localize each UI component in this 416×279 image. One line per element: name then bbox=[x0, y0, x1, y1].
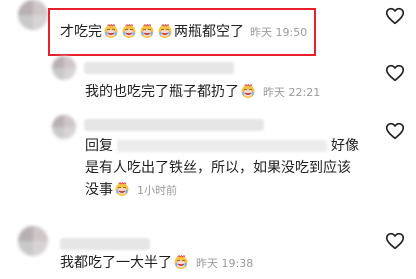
comment-line3: 没事 bbox=[85, 182, 113, 198]
avatar[interactable] bbox=[52, 115, 76, 139]
avatar[interactable] bbox=[52, 56, 76, 80]
comment-line1-end: 好像 bbox=[331, 138, 359, 154]
reply-label: 回复 bbox=[85, 138, 113, 154]
comment-time: 昨天 19:38 bbox=[196, 257, 254, 270]
like-heart-icon[interactable] bbox=[384, 230, 406, 252]
like-heart-icon[interactable] bbox=[384, 62, 406, 84]
avatar[interactable] bbox=[18, 226, 48, 256]
like-heart-icon[interactable] bbox=[384, 120, 406, 142]
comment-time: 1小时前 bbox=[137, 184, 177, 197]
comment-body: 我都吃了一大半了 bbox=[60, 255, 172, 271]
crying-laugh-emoji bbox=[121, 23, 137, 39]
comment-text-prefix: 才吃完 bbox=[60, 24, 102, 40]
comment-text: 才吃完 两瓶都空了 昨天 19:50 bbox=[60, 21, 307, 44]
crying-laugh-emoji bbox=[157, 23, 173, 39]
crying-laugh-emoji bbox=[139, 23, 155, 39]
crying-laugh-emoji bbox=[103, 23, 119, 39]
comment-time: 昨天 22:21 bbox=[263, 86, 321, 99]
crying-laugh-emoji bbox=[173, 254, 189, 270]
avatar[interactable] bbox=[18, 0, 48, 30]
username[interactable] bbox=[60, 238, 150, 250]
comment-body: 我的也吃完了瓶子都扔了 bbox=[85, 84, 239, 100]
comment-time: 昨天 19:50 bbox=[250, 26, 308, 39]
comment-line2: 是有人吃出了铁丝，所以，如果没吃到应该 bbox=[85, 160, 351, 176]
comment-text: 回复 好像 是有人吃出了铁丝，所以，如果没吃到应该 没事 1小时前 bbox=[85, 135, 385, 202]
replied-username[interactable] bbox=[117, 140, 327, 152]
username[interactable] bbox=[84, 62, 234, 74]
comment-text: 我的也吃完了瓶子都扔了 昨天 22:21 bbox=[85, 81, 320, 104]
crying-laugh-emoji bbox=[240, 83, 256, 99]
comment-text-suffix: 两瓶都空了 bbox=[174, 24, 244, 40]
username[interactable] bbox=[84, 119, 264, 131]
comment-text: 我都吃了一大半了 昨天 19:38 bbox=[60, 252, 253, 275]
crying-laugh-emoji bbox=[114, 181, 130, 197]
like-heart-icon[interactable] bbox=[384, 5, 406, 27]
